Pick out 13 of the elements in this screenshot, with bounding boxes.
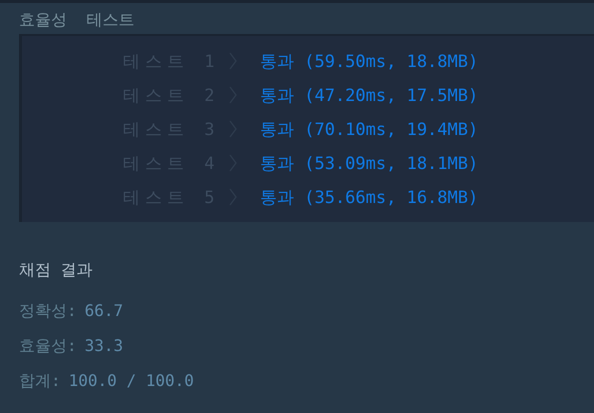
score-label: 효율성: [19,336,77,357]
score-value: 66.7 [84,301,124,322]
score-label: 정확성: [19,301,77,322]
test-result: 통과 (70.10ms, 19.4MB) [260,118,478,140]
score-value: 33.3 [84,336,124,357]
test-result: 통과 (47.20ms, 17.5MB) [260,84,478,106]
section-title: 효율성 테스트 [18,9,136,31]
test-result: 통과 (35.66ms, 16.8MB) [260,186,478,208]
test-result: 통과 (59.50ms, 18.8MB) [260,50,478,72]
score-value: 100.0 / 100.0 [68,371,194,392]
test-result: 통과 (53.09ms, 18.1MB) [260,152,478,174]
result-title: 채점 결과 [19,260,94,281]
score-label: 합계: [19,371,61,392]
